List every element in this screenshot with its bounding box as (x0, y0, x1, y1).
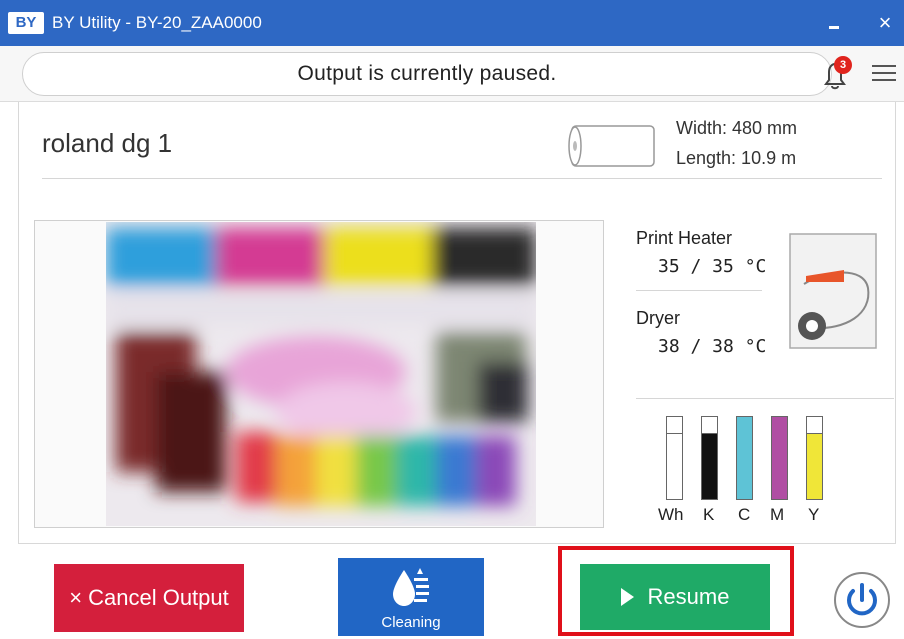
resume-button[interactable]: Resume (580, 564, 770, 630)
close-icon: × (69, 585, 83, 610)
media-width: Width: 480 mm (676, 118, 798, 138)
divider (636, 398, 894, 399)
divider (42, 178, 882, 179)
ink-label-k: K (703, 505, 715, 524)
play-icon (620, 588, 634, 606)
app-logo: BY (8, 12, 44, 34)
ink-drop-icon (393, 568, 429, 606)
cancel-output-label: Cancel Output (88, 585, 229, 610)
ink-gauge-wh (666, 416, 683, 500)
ink-label-wh: Wh (658, 505, 684, 524)
hamburger-menu-icon[interactable] (872, 62, 898, 84)
dryer-value: 38 / 38 °C (658, 336, 767, 357)
ink-gauge-c (736, 416, 753, 500)
cancel-output-button[interactable]: × Cancel Output (54, 564, 244, 632)
status-bar: Output is currently paused. 3 (0, 46, 904, 102)
print-heater-value: 35 / 35 °C (658, 256, 767, 277)
ink-label-y: Y (808, 505, 820, 524)
print-preview-image (106, 222, 536, 526)
close-button[interactable]: × (868, 8, 902, 38)
dryer-label: Dryer (636, 308, 680, 328)
minimize-button[interactable] (816, 8, 850, 38)
media-length: Length: 10.9 m (676, 148, 797, 168)
ink-label-m: M (770, 505, 785, 524)
power-button[interactable] (834, 572, 890, 628)
media-roll-icon (568, 125, 655, 167)
status-message: Output is currently paused. (22, 52, 832, 96)
notification-bell-button[interactable]: 3 (820, 56, 852, 92)
ink-label-c: C (738, 505, 751, 524)
media-path-icon (789, 233, 877, 349)
print-heater-label: Print Heater (636, 228, 733, 248)
printer-name: roland dg 1 (42, 128, 173, 158)
window-title: BY Utility - BY-20_ZAA0000 (52, 13, 262, 32)
resume-label: Resume (647, 584, 730, 609)
ink-gauge-y (806, 416, 823, 500)
power-icon (847, 583, 877, 616)
notification-badge: 3 (834, 56, 852, 74)
ink-gauge-m (771, 416, 788, 500)
cleaning-label: Cleaning (381, 614, 441, 631)
cleaning-button[interactable]: Cleaning (338, 558, 484, 636)
divider (636, 290, 762, 291)
ink-gauge-k (701, 416, 718, 500)
title-bar: BY BY Utility - BY-20_ZAA0000 × (0, 0, 904, 46)
